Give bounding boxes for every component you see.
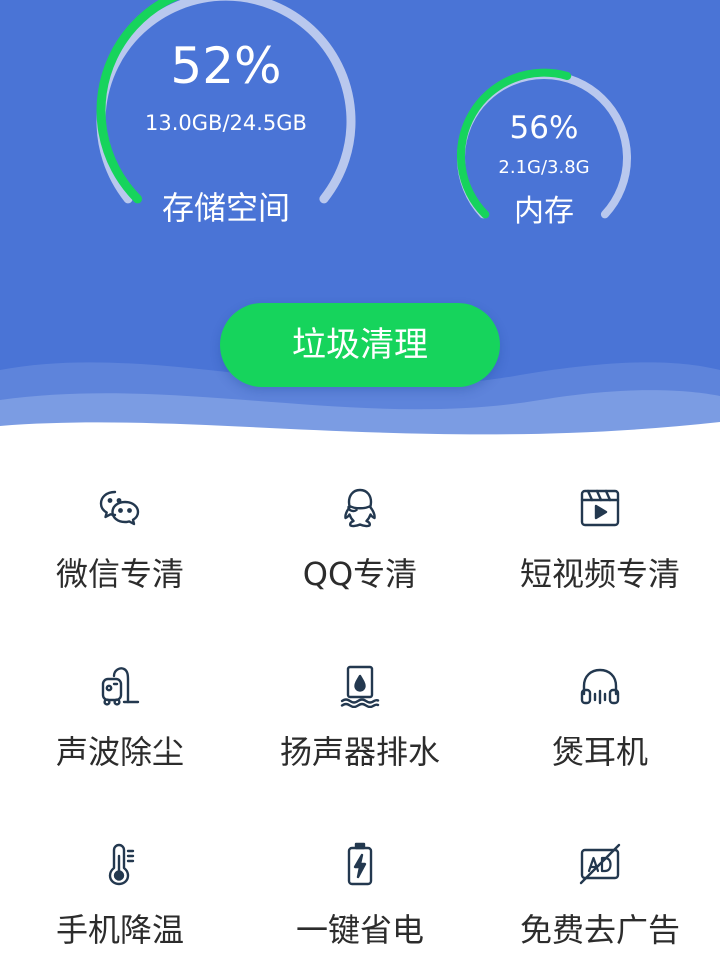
video-icon [578, 486, 622, 530]
tool-sonic-dust-clean[interactable]: 声波除尘 [0, 664, 240, 814]
storage-gauge-progress [96, 0, 179, 204]
tool-label: 手机降温 [55, 911, 184, 949]
tool-label: 免费去广告 [519, 911, 680, 949]
thermometer-icon [98, 842, 142, 886]
headphones-icon [578, 664, 622, 708]
memory-usage: 2.1G/3.8G [498, 157, 590, 178]
tool-qq-clean[interactable]: QQ专清 [240, 486, 480, 636]
storage-gauge-track [96, 0, 356, 204]
tool-label: QQ专清 [302, 555, 418, 593]
tool-label: 短视频专清 [519, 555, 680, 593]
tool-remove-ads[interactable]: 免费去广告 [480, 842, 720, 960]
tool-power-saving[interactable]: 一键省电 [240, 842, 480, 960]
junk-clean-button[interactable]: 垃圾清理 [220, 303, 500, 387]
storage-usage: 13.0GB/24.5GB [145, 111, 307, 135]
tool-phone-cooling[interactable]: 手机降温 [0, 842, 240, 960]
wechat-icon [98, 486, 142, 530]
header-panel: 52% 13.0GB/24.5GB 存储空间 56% 2.1G/3.8G 内存 [0, 0, 720, 460]
tool-burn-in-headphones[interactable]: 煲耳机 [480, 664, 720, 814]
memory-percent: 56% [509, 110, 579, 146]
speaker-water-icon [338, 664, 382, 708]
tool-label: 微信专清 [55, 555, 184, 593]
tool-label: 扬声器排水 [279, 733, 440, 771]
storage-label: 存储空间 [161, 189, 290, 227]
battery-icon [338, 842, 382, 886]
tool-label: 煲耳机 [551, 733, 648, 771]
memory-label: 内存 [514, 194, 574, 229]
tool-short-video-clean[interactable]: 短视频专清 [480, 486, 720, 636]
tool-label: 一键省电 [295, 911, 424, 949]
storage-percent: 52% [170, 37, 282, 95]
tool-wechat-clean[interactable]: 微信专清 [0, 486, 240, 636]
tool-label: 声波除尘 [55, 733, 184, 771]
vacuum-icon [98, 664, 142, 708]
tool-speaker-drain[interactable]: 扬声器排水 [240, 664, 480, 814]
no-ad-icon [578, 842, 622, 886]
qq-icon [338, 486, 382, 530]
